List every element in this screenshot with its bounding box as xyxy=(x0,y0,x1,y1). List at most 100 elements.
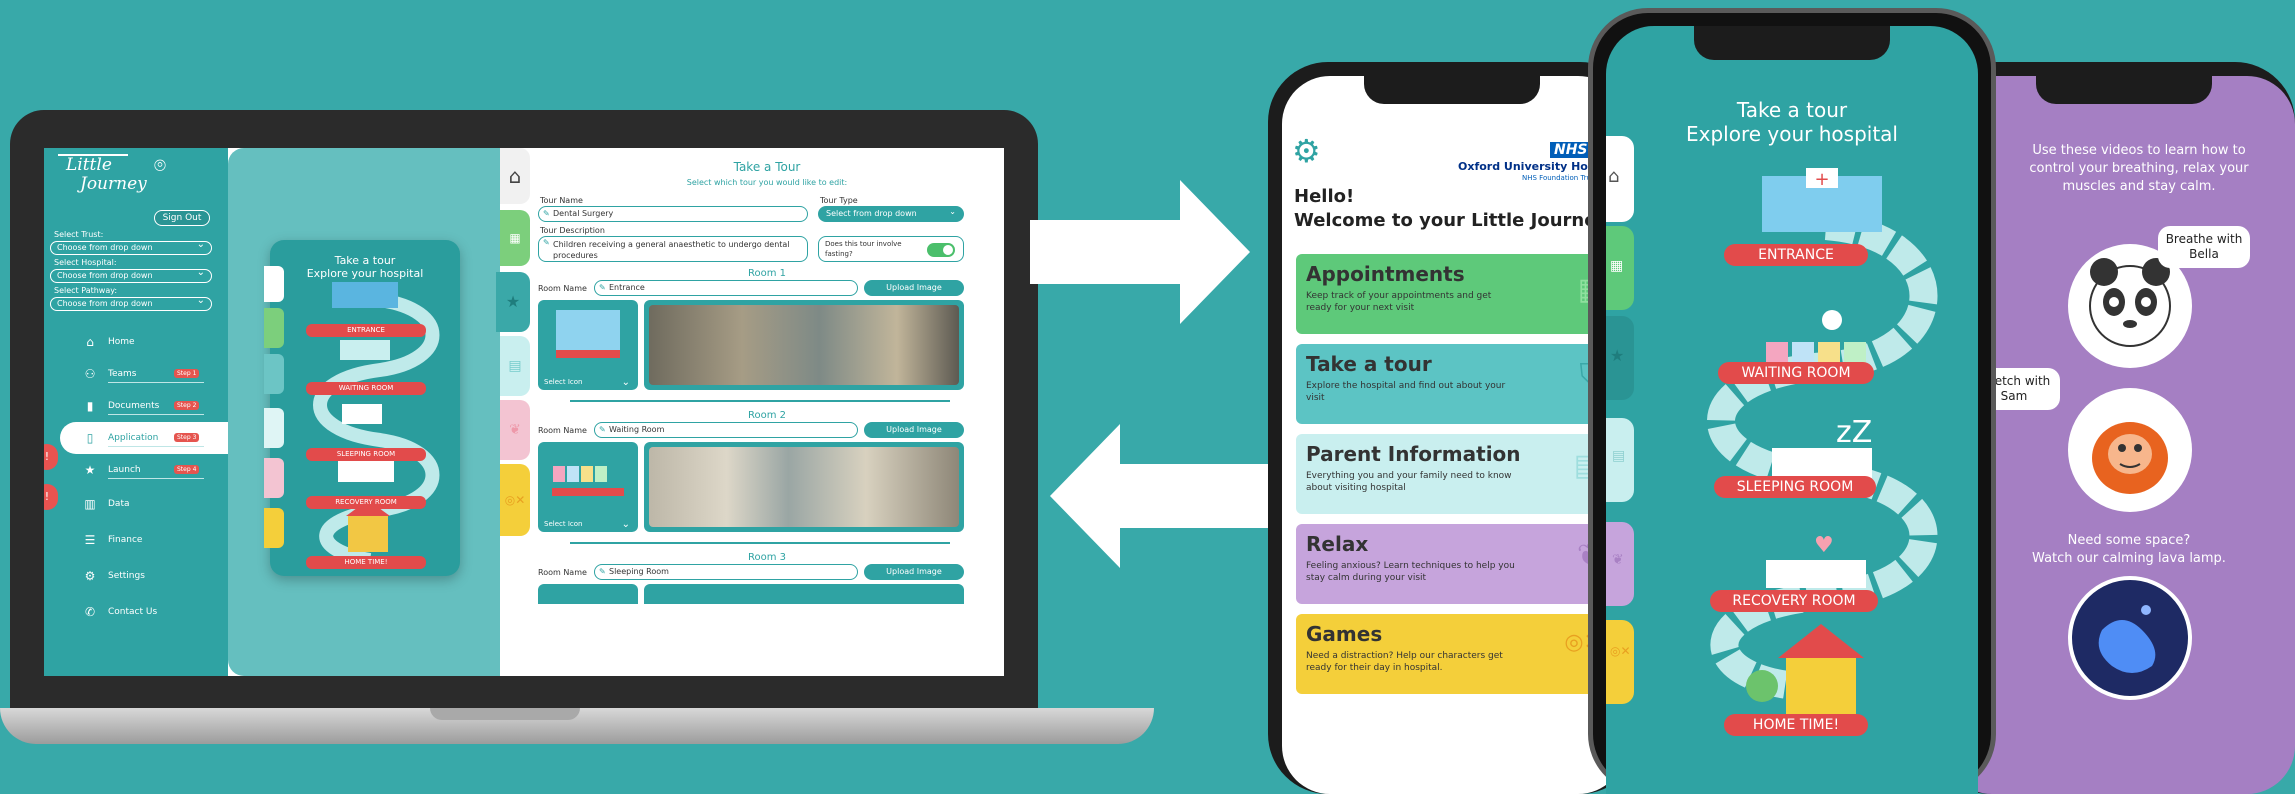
step-badge: Step 1 xyxy=(174,369,200,378)
tour-node-waiting-room[interactable]: WAITING ROOM xyxy=(1718,362,1874,384)
greeting-hello: Hello! xyxy=(1294,186,1355,207)
nav-label: Documents xyxy=(108,401,160,411)
fasting-toggle-box: Does this tour involve fasting? xyxy=(818,236,964,262)
phone-relax-notch xyxy=(2036,76,2212,104)
svg-text:zZ: zZ xyxy=(1836,415,1872,450)
step-badge: Step 3 xyxy=(174,433,200,442)
nav-launch[interactable]: ★ Launch Step 4 xyxy=(44,454,228,486)
orangutan-icon xyxy=(2092,422,2168,494)
tour-tab-appointments[interactable]: ▦ xyxy=(1606,226,1634,310)
upload-image-button[interactable]: Upload Image xyxy=(864,564,964,580)
nav-contact-us[interactable]: ✆ Contact Us xyxy=(44,596,228,628)
card-subtitle: Need a distraction? Help our characters … xyxy=(1306,651,1503,673)
card-appointments[interactable]: Appointments Keep track of your appointm… xyxy=(1296,254,1616,334)
tour-title-line2: Explore your hospital xyxy=(1686,122,1898,146)
tour-title: Take a tour Explore your hospital xyxy=(1606,98,1978,146)
card-subtitle: Explore the hospital and find out about … xyxy=(1306,381,1506,403)
tab-home[interactable]: ⌂ xyxy=(500,148,530,204)
select-trust-dropdown[interactable]: Choose from drop down xyxy=(50,239,212,255)
fasting-toggle[interactable] xyxy=(927,243,955,257)
tab-games[interactable]: ◎✕ xyxy=(500,464,530,536)
map-pin-icon: ⌾ xyxy=(154,153,166,177)
logo-line2: Journey xyxy=(80,174,147,194)
card-parent-information[interactable]: Parent Information Everything you and yo… xyxy=(1296,434,1616,514)
nav-label: Home xyxy=(108,337,135,347)
tour-tab-home[interactable]: ⌂ xyxy=(1606,136,1634,222)
preview-tab-map xyxy=(264,354,284,394)
nav-home[interactable]: ⌂ Home xyxy=(44,326,228,358)
phone-handset-icon: ✆ xyxy=(84,605,96,619)
nav-application[interactable]: ▯ Application Step 3 xyxy=(60,422,228,454)
map-pin-icon: ★ xyxy=(1610,346,1625,365)
card-take-a-tour[interactable]: Take a tour Explore the hospital and fin… xyxy=(1296,344,1616,424)
room-name-input[interactable]: Entrance xyxy=(594,280,858,296)
preview-node-sleeping-room: SLEEPING ROOM xyxy=(306,448,426,461)
tour-description-input[interactable]: Children receiving a general anaesthetic… xyxy=(538,236,808,262)
tab-tour[interactable]: ★ xyxy=(496,272,530,332)
document-icon: ▤ xyxy=(1612,448,1626,464)
nav-teams[interactable]: ⚇ Teams Step 1 xyxy=(44,358,228,390)
document-icon: ▮ xyxy=(86,399,94,413)
lava-lamp-video[interactable] xyxy=(2068,576,2192,700)
progress-line xyxy=(108,446,204,447)
settings-gear-icon[interactable]: ⚙ xyxy=(1292,132,1321,170)
upload-image-button[interactable]: Upload Image xyxy=(864,280,964,296)
nav-documents[interactable]: ▮ Documents Step 2 xyxy=(44,390,228,422)
gamepad-icon: ◎✕ xyxy=(1610,644,1631,658)
tab-appointments[interactable]: ▦ xyxy=(500,210,530,266)
tour-type-dropdown[interactable]: Select from drop down ⌄ xyxy=(818,206,964,222)
room-photo xyxy=(644,300,964,390)
room-name-label: Room Name xyxy=(538,284,587,293)
nav-settings[interactable]: ⚙ Settings xyxy=(44,560,228,592)
nav-data[interactable]: ▥ Data xyxy=(44,488,228,520)
phone-icon: ▯ xyxy=(86,431,94,445)
select-hospital-dropdown[interactable]: Choose from drop down xyxy=(50,267,212,283)
phone-home-notch xyxy=(1364,76,1540,104)
room-icon-selector[interactable]: Select Icon ⌄ xyxy=(538,442,638,532)
feather-icon: ❦ xyxy=(509,422,521,438)
bar-chart-icon: ▥ xyxy=(84,497,96,511)
gamepad-icon: ◎✕ xyxy=(504,493,526,507)
trust-sub: NHS Foundation Trust xyxy=(1522,174,1598,182)
gear-icon: ⚙ xyxy=(84,569,96,583)
svg-text:♥: ♥ xyxy=(1814,533,1834,558)
preview-node-recovery-room: RECOVERY ROOM xyxy=(306,496,426,509)
tour-tab-document[interactable]: ▤ xyxy=(1606,418,1634,502)
tour-node-home-time[interactable]: HOME TIME! xyxy=(1724,714,1868,736)
nav-finance[interactable]: ☰ Finance xyxy=(44,524,228,556)
tour-node-recovery-room[interactable]: RECOVERY ROOM xyxy=(1710,590,1878,612)
preview-tab-feather xyxy=(264,458,284,498)
sidebar: Little Journey ⌾ Sign Out Select Trust: … xyxy=(44,148,228,676)
upload-image-button[interactable]: Upload Image xyxy=(864,422,964,438)
waiting-room-icon xyxy=(552,466,624,496)
document-icon: ▤ xyxy=(508,358,522,374)
room-icon-selector[interactable] xyxy=(538,584,638,604)
card-games[interactable]: Games Need a distraction? Help our chara… xyxy=(1296,614,1616,694)
tour-tab-map[interactable]: ★ xyxy=(1606,316,1634,400)
tour-node-sleeping-room[interactable]: SLEEPING ROOM xyxy=(1714,476,1876,498)
room-heading: Room 2 xyxy=(747,410,787,421)
card-title: Appointments xyxy=(1306,262,1465,286)
room-name-input[interactable]: Waiting Room xyxy=(594,422,858,438)
laptop-notch xyxy=(430,708,580,720)
room-icon-selector[interactable]: Select Icon ⌄ xyxy=(538,300,638,390)
tour-tab-games[interactable]: ◎✕ xyxy=(1606,620,1634,704)
room-name-input[interactable]: Sleeping Room xyxy=(594,564,858,580)
tab-information[interactable]: ▤ xyxy=(500,336,530,396)
tour-node-entrance[interactable]: ENTRANCE xyxy=(1724,244,1868,266)
preview-tab-calendar xyxy=(264,308,284,348)
tour-name-input[interactable]: Dental Surgery xyxy=(538,206,808,222)
relax-intro: Use these videos to learn how to control… xyxy=(2029,143,2249,194)
tab-relax[interactable]: ❦ xyxy=(500,400,530,460)
map-pin-icon: ★ xyxy=(505,292,521,311)
calming-text: Need some space? Watch our calming lava … xyxy=(2004,532,2254,568)
select-pathway-dropdown[interactable]: Choose from drop down xyxy=(50,295,212,311)
phone-home-screen: ⚙ NHS Oxford University Hospitals NHS Fo… xyxy=(1282,76,1626,794)
room-name-label: Room Name xyxy=(538,426,587,435)
sign-out-button[interactable]: Sign Out xyxy=(154,210,210,226)
tour-type-value: Select from drop down xyxy=(826,209,917,218)
tour-tab-relax[interactable]: ❦ xyxy=(1606,522,1634,606)
card-relax[interactable]: Relax Feeling anxious? Learn techniques … xyxy=(1296,524,1616,604)
sam-video[interactable] xyxy=(2068,388,2192,512)
tour-edit-form: Take a Tour Select which tour you would … xyxy=(530,148,1004,676)
